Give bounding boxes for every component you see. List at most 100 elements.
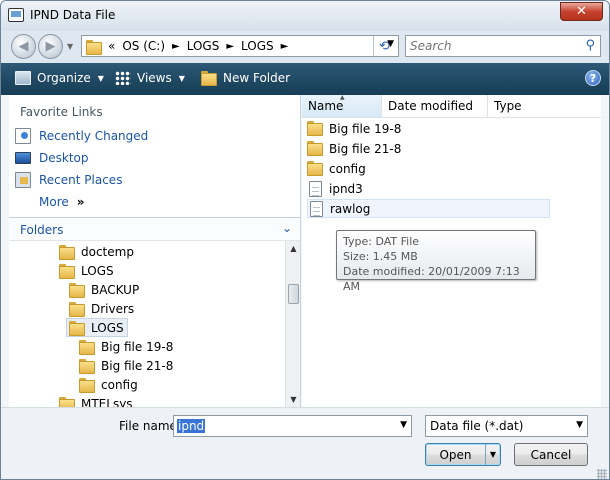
views-label: Views xyxy=(137,71,172,85)
file-name-value[interactable]: ipnd xyxy=(177,419,206,433)
tree-item-config[interactable]: config xyxy=(79,375,138,394)
folder-tree-scrollbar[interactable]: ▲ ▼ xyxy=(285,241,300,407)
views-icon xyxy=(115,71,131,85)
tree-item-label: BACKUP xyxy=(91,282,140,297)
column-header-date-modified[interactable]: Date modified xyxy=(382,95,488,118)
scroll-up-icon[interactable]: ▲ xyxy=(286,241,301,256)
tree-item-label: MTELsys xyxy=(81,396,133,408)
file-item-big-file-19-8[interactable]: Big file 19-8 xyxy=(307,119,401,138)
breadcrumb-overflow[interactable]: « xyxy=(108,39,115,53)
tree-item-doctemp[interactable]: doctemp xyxy=(59,242,134,261)
views-button[interactable]: Views ▼ xyxy=(115,71,185,85)
folders-header[interactable]: Folders ⌄ xyxy=(9,217,300,241)
search-box[interactable]: ⚲ xyxy=(405,35,601,57)
chevron-down-icon[interactable]: ▼ xyxy=(576,420,583,430)
file-item-ipnd3[interactable]: ipnd3 xyxy=(307,179,363,198)
close-icon: ✕ xyxy=(576,4,587,19)
file-type-value: Data file (*.dat) xyxy=(430,419,524,433)
cancel-button[interactable]: Cancel xyxy=(514,443,588,466)
search-input[interactable] xyxy=(410,39,580,53)
column-header-label: Date modified xyxy=(388,99,474,113)
recent-pages-dropdown[interactable]: ▼ xyxy=(67,42,75,51)
organize-icon xyxy=(15,71,31,85)
tree-item-label: Drivers xyxy=(91,301,135,316)
refresh-button[interactable]: ⟲ xyxy=(373,36,395,56)
favorite-recent-places[interactable]: Recent Places xyxy=(15,170,122,190)
breadcrumb-logs-current[interactable]: LOGS xyxy=(241,39,274,53)
breadcrumb-separator-icon[interactable]: ► xyxy=(172,41,180,52)
file-item-rawlog[interactable]: rawlog xyxy=(307,199,550,218)
column-header-label: Type xyxy=(494,99,522,113)
search-icon[interactable]: ⚲ xyxy=(585,38,595,53)
column-header-name[interactable]: ▲ Name xyxy=(302,94,382,118)
close-button[interactable]: ✕ xyxy=(560,2,603,21)
folder-tree: doctemp LOGS BACKUP Drivers LOGS Big fil… xyxy=(9,241,286,407)
chevron-down-icon: ▼ xyxy=(97,73,104,83)
chevron-down-icon[interactable]: ⌄ xyxy=(282,221,292,235)
folder-icon xyxy=(59,396,75,407)
new-folder-label: New Folder xyxy=(223,71,291,85)
column-header-label: Name xyxy=(308,99,344,113)
folder-icon xyxy=(307,161,323,176)
new-folder-icon xyxy=(201,71,217,86)
file-name-input[interactable]: ipnd ▼ xyxy=(173,415,412,437)
app-icon xyxy=(8,8,24,22)
tree-item-mtelsys[interactable]: MTELsys xyxy=(59,394,133,407)
tree-item-drivers[interactable]: Drivers xyxy=(69,299,134,318)
tree-item-label: doctemp xyxy=(81,244,134,259)
tree-item-logs[interactable]: LOGS xyxy=(59,261,114,280)
column-header-type[interactable]: Type xyxy=(488,95,601,118)
favorite-more[interactable]: More » xyxy=(39,192,85,212)
breadcrumb-logs[interactable]: LOGS xyxy=(187,39,220,53)
title-bar: IPND Data File ✕ xyxy=(1,1,609,31)
folder-icon xyxy=(69,282,85,298)
organize-button[interactable]: Organize ▼ xyxy=(15,71,104,85)
breadcrumb-separator-icon[interactable]: ► xyxy=(226,41,234,52)
cancel-label: Cancel xyxy=(530,447,572,462)
back-button[interactable]: ◀ xyxy=(11,34,36,59)
folder-icon xyxy=(307,121,323,136)
open-options-dropdown-icon[interactable]: ▼ xyxy=(485,444,500,465)
folder-icon xyxy=(69,301,85,317)
scroll-down-icon[interactable]: ▼ xyxy=(286,392,301,407)
favorite-label: Desktop xyxy=(39,151,89,165)
tree-item-label: config xyxy=(101,377,138,392)
window-title: IPND Data File xyxy=(30,8,116,22)
tooltip-size: Size: 1.45 MB xyxy=(343,250,418,263)
favorite-desktop[interactable]: Desktop xyxy=(15,148,89,168)
favorite-recently-changed[interactable]: Recently Changed xyxy=(15,126,148,146)
new-folder-button[interactable]: New Folder xyxy=(201,71,291,86)
file-item-label: Big file 21-8 xyxy=(329,141,402,156)
tree-item-big-file-19-8[interactable]: Big file 19-8 xyxy=(79,337,173,356)
folders-title: Folders xyxy=(20,223,64,237)
breadcrumb-separator-icon[interactable]: ► xyxy=(281,41,289,52)
breadcrumb-drive[interactable]: OS (C:) xyxy=(122,39,165,53)
open-folder-icon xyxy=(69,320,85,336)
tree-item-label: Big file 21-8 xyxy=(101,358,174,373)
file-type-select[interactable]: Data file (*.dat) ▼ xyxy=(425,415,588,437)
forward-button[interactable]: ▶ xyxy=(38,34,63,59)
forward-arrow-icon: ▶ xyxy=(45,39,56,54)
open-label: Open xyxy=(439,447,472,462)
file-info-tooltip: Type: DAT File Size: 1.45 MB Date modifi… xyxy=(336,230,536,293)
file-item-big-file-21-8[interactable]: Big file 21-8 xyxy=(307,139,401,158)
file-item-config[interactable]: config xyxy=(307,159,366,178)
tree-item-backup[interactable]: BACKUP xyxy=(69,280,139,299)
tree-item-label: LOGS xyxy=(81,263,114,278)
favorite-links-title: Favorite Links xyxy=(20,105,103,119)
open-file-dialog: IPND Data File ✕ ◀ ▶ ▼ « OS (C:) ► LOGS … xyxy=(0,0,610,480)
file-item-label: rawlog xyxy=(330,201,371,216)
command-bar: Organize ▼ Views ▼ New Folder ? xyxy=(1,63,609,95)
tree-item-logs-selected[interactable]: LOGS xyxy=(66,318,128,337)
scroll-thumb[interactable] xyxy=(288,284,299,304)
tree-item-big-file-21-8[interactable]: Big file 21-8 xyxy=(79,356,173,375)
help-icon[interactable]: ? xyxy=(585,70,601,86)
chevron-down-icon[interactable]: ▼ xyxy=(400,420,407,430)
dialog-footer: File name: ipnd ▼ Data file (*.dat) ▼ Op… xyxy=(1,407,609,479)
address-bar[interactable]: « OS (C:) ► LOGS ► LOGS ► ▼ xyxy=(81,35,399,57)
open-button[interactable]: Open ▼ xyxy=(425,443,501,466)
chevron-down-icon: ▼ xyxy=(178,73,185,83)
resize-grip[interactable] xyxy=(597,469,607,479)
document-icon xyxy=(307,181,323,197)
file-item-label: ipnd3 xyxy=(329,181,363,196)
